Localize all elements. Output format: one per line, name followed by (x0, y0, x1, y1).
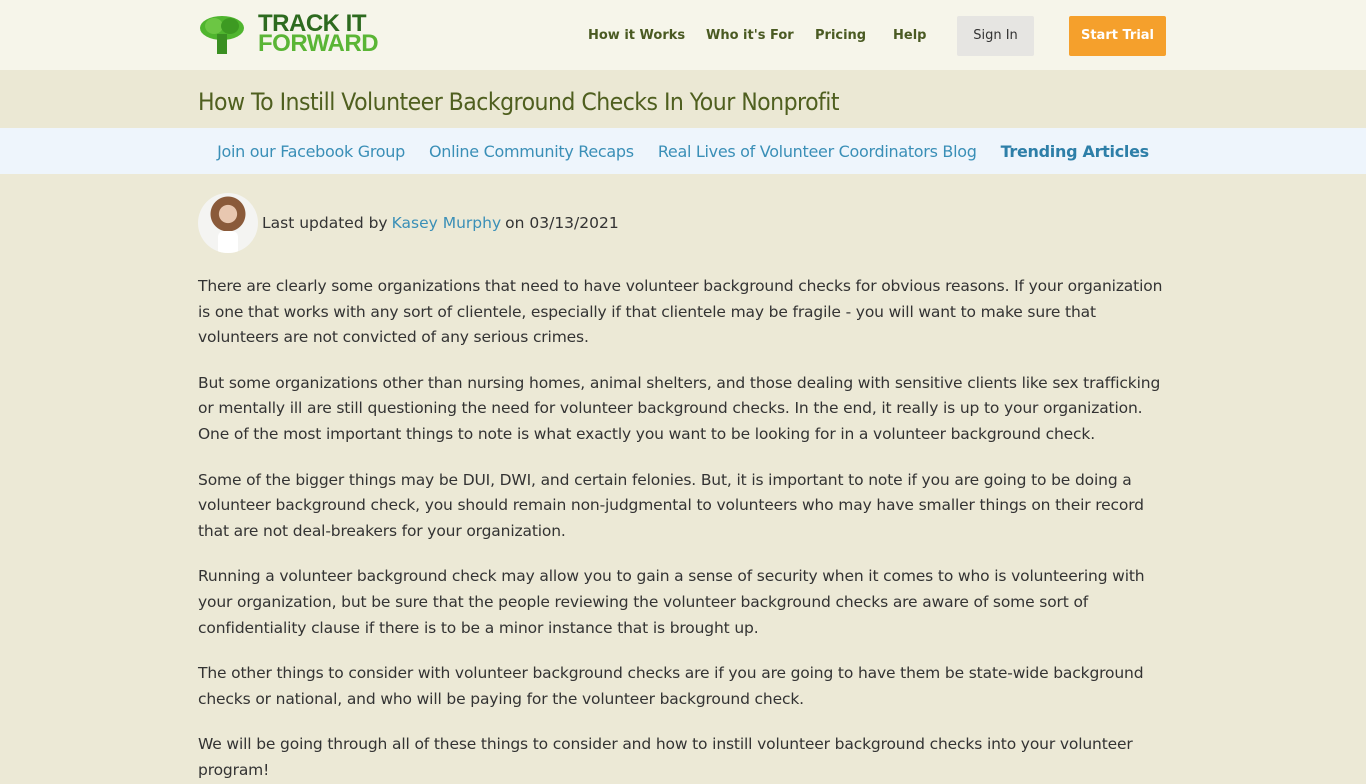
author-link[interactable]: Kasey Murphy (392, 214, 502, 232)
subnav-facebook-group[interactable]: Join our Facebook Group (217, 142, 405, 161)
top-header: TRACK IT FORWARD How it Works Who it's F… (0, 0, 1366, 70)
logo-text-line2: FORWARD (258, 30, 379, 57)
article-content: Last updated by Kasey Murphy on 03/13/20… (198, 193, 1168, 784)
byline: Last updated by Kasey Murphy on 03/13/20… (198, 193, 1168, 253)
title-bar: How To Instill Volunteer Background Chec… (0, 70, 1366, 128)
nav-pricing[interactable]: Pricing (815, 16, 866, 56)
article-paragraph: Some of the bigger things may be DUI, DW… (198, 470, 1144, 540)
byline-middle: on (505, 214, 525, 232)
article-paragraph: But some organizations other than nursin… (198, 373, 1161, 443)
article-paragraph: Running a volunteer background check may… (198, 567, 1145, 637)
article-paragraph: There are clearly some organizations tha… (198, 277, 1163, 347)
tree-logo-icon (200, 16, 244, 54)
nav-who-its-for[interactable]: Who it's For (706, 16, 794, 56)
subnav-trending-articles[interactable]: Trending Articles (1001, 142, 1150, 161)
subnav-coordinators-blog[interactable]: Real Lives of Volunteer Coordinators Blo… (658, 142, 977, 161)
sign-in-button[interactable]: Sign In (957, 16, 1034, 56)
page-title: How To Instill Volunteer Background Chec… (198, 88, 839, 116)
article-paragraph: The other things to consider with volunt… (198, 664, 1144, 708)
subnav-community-recaps[interactable]: Online Community Recaps (429, 142, 634, 161)
byline-prefix: Last updated by (262, 214, 388, 232)
nav-how-it-works[interactable]: How it Works (588, 16, 685, 56)
sub-nav: Join our Facebook Group Online Community… (0, 128, 1366, 174)
logo[interactable]: TRACK IT FORWARD (198, 12, 379, 57)
author-avatar (198, 193, 258, 253)
nav-help[interactable]: Help (893, 16, 926, 56)
byline-date: 03/13/2021 (529, 214, 619, 232)
start-trial-button[interactable]: Start Trial (1069, 16, 1166, 56)
article-paragraph: We will be going through all of these th… (198, 735, 1133, 779)
article-body: There are clearly some organizations tha… (198, 274, 1168, 784)
